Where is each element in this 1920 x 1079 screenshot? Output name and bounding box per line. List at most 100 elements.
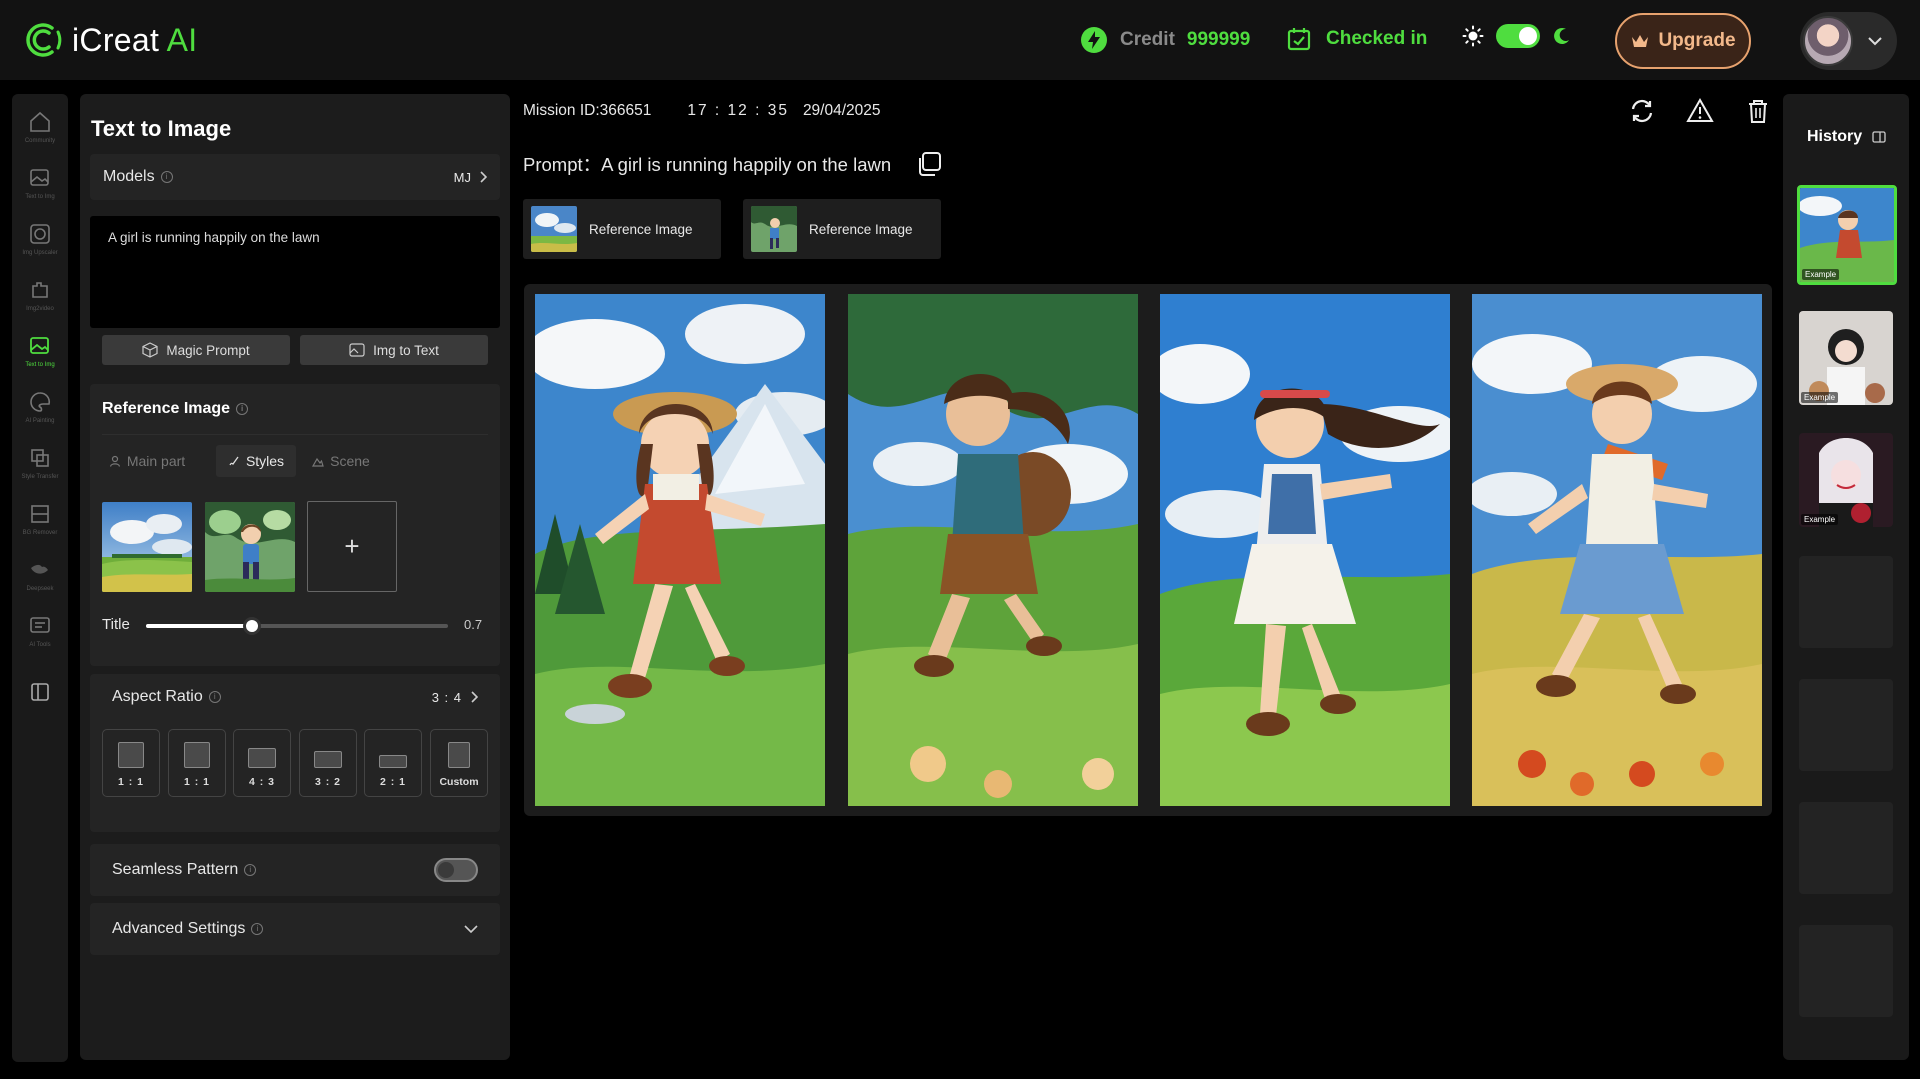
image-edit-icon	[30, 169, 49, 186]
panel-toggle-icon[interactable]	[1872, 130, 1886, 144]
result-image-4[interactable]	[1472, 294, 1762, 806]
advanced-settings-row[interactable]: Advanced Settings i	[90, 903, 500, 955]
ratio-2-1[interactable]: 2 : 1	[364, 729, 422, 797]
rail-item-bg-remover[interactable]: BG Remover	[12, 496, 68, 548]
upgrade-label: Upgrade	[1658, 30, 1736, 51]
example-tag: Example	[1801, 514, 1839, 525]
add-reference-button[interactable]: +	[307, 501, 397, 592]
settings-panel: Text to Image Models i MJ A girl is runni…	[80, 94, 510, 1060]
credit-indicator: Credit 999999	[1080, 26, 1250, 54]
slider-fill	[146, 624, 252, 628]
rail-item-img-upscaler[interactable]: Img Upscaler	[12, 216, 68, 268]
upgrade-button[interactable]: Upgrade	[1615, 13, 1751, 69]
rail-item-style-transfer[interactable]: Style Transfer	[12, 440, 68, 492]
info-icon: i	[236, 402, 249, 415]
rail-item-community[interactable]: Community	[12, 104, 68, 156]
theme-toggle[interactable]	[1496, 24, 1540, 48]
person-icon	[109, 455, 120, 467]
ratio-1-1[interactable]: 1 : 1	[102, 729, 160, 797]
sidebar-collapse-button[interactable]	[12, 674, 68, 726]
ratio-4-3[interactable]: 4 : 3	[233, 729, 291, 797]
top-header: iCreat AI Credit 999999 Checked in Upgra…	[0, 0, 1920, 80]
image-edit-icon	[30, 337, 49, 354]
anime-girl-image	[535, 294, 825, 806]
history-title: History	[1807, 128, 1886, 146]
home-icon	[30, 111, 50, 132]
ratio-3-2[interactable]: 3 : 2	[299, 729, 357, 797]
history-item-2[interactable]: Example	[1799, 311, 1893, 405]
avatar	[1803, 16, 1853, 66]
copy-icon[interactable]	[915, 150, 943, 178]
history-placeholder	[1799, 802, 1893, 894]
refresh-icon[interactable]	[1628, 97, 1656, 125]
rail-item-ai-tools[interactable]: AI Tools	[12, 608, 68, 660]
palette-icon	[30, 392, 51, 412]
ratio-shape	[248, 748, 276, 768]
ratio-custom[interactable]: Custom	[430, 729, 488, 797]
reference-thumb-character[interactable]	[205, 502, 295, 592]
chevron-down-icon	[464, 924, 478, 933]
reference-chip-label: Reference Image	[589, 221, 693, 237]
tab-styles[interactable]: Styles	[216, 445, 296, 477]
slider-handle[interactable]	[242, 617, 261, 635]
theme-switch[interactable]	[1462, 24, 1572, 48]
seamless-toggle[interactable]	[434, 858, 478, 882]
anime-girl-image	[1160, 294, 1450, 806]
sun-icon	[1462, 25, 1484, 47]
tab-main-part[interactable]: Main part	[102, 445, 192, 477]
trash-icon[interactable]	[1744, 97, 1772, 125]
cube-icon	[142, 342, 158, 358]
prompt-input[interactable]: A girl is running happily on the lawn	[90, 216, 500, 328]
advanced-label: Advanced Settings	[112, 920, 246, 937]
logo[interactable]: iCreat AI	[22, 20, 197, 60]
reference-title: Reference Image i	[102, 400, 249, 418]
history-item-1[interactable]: Example	[1797, 185, 1897, 285]
seamless-pattern-row: Seamless Pattern i	[90, 844, 500, 896]
prompt-display: Prompt：A girl is running happily on the …	[523, 150, 943, 178]
prompt-text: A girl is running happily on the lawn	[601, 154, 892, 175]
rail-item-text-to-img-active[interactable]: Text to Img	[12, 328, 68, 380]
rail-item-text-to-img[interactable]: Text to Img	[12, 160, 68, 212]
reference-thumb-landscape[interactable]	[102, 502, 192, 592]
result-actions	[1628, 97, 1772, 125]
crown-icon	[1632, 35, 1649, 47]
brush-icon	[229, 456, 239, 466]
history-thumb-image	[1799, 311, 1893, 405]
history-placeholder	[1799, 556, 1893, 648]
rail-item-deepseek[interactable]: Deepseek	[12, 552, 68, 604]
character-image	[205, 502, 295, 592]
tab-scene[interactable]: Scene	[306, 445, 376, 477]
layers-icon	[31, 449, 49, 467]
magic-prompt-button[interactable]: Magic Prompt	[102, 335, 290, 365]
models-label: Models	[103, 168, 155, 185]
left-rail: Community Text to Img Img Upscaler Img2v…	[12, 94, 68, 1062]
result-image-2[interactable]	[848, 294, 1138, 806]
reference-chip-2[interactable]: Reference Image	[743, 199, 941, 259]
image-upscale-icon	[30, 224, 50, 244]
history-item-3[interactable]: Example	[1799, 433, 1893, 527]
aspect-ratio-select[interactable]: 3 : 4	[432, 690, 478, 705]
result-gallery	[524, 284, 1772, 816]
rail-item-ai-painting[interactable]: AI Painting	[12, 384, 68, 436]
weight-slider[interactable]	[146, 617, 448, 635]
reference-chip-1[interactable]: Reference Image	[523, 199, 721, 259]
reference-chip-label: Reference Image	[809, 221, 913, 237]
slider-label: Title	[102, 616, 130, 633]
ratio-shape	[184, 742, 210, 768]
result-image-1[interactable]	[535, 294, 825, 806]
history-panel: History Example Example Example	[1783, 94, 1909, 1060]
puzzle-icon	[32, 282, 48, 298]
img-to-text-button[interactable]: Img to Text	[300, 335, 488, 365]
result-image-3[interactable]	[1160, 294, 1450, 806]
rail-item-img2video[interactable]: Img2video	[12, 272, 68, 324]
history-thumb-image	[1800, 188, 1894, 282]
reference-chip-thumb	[751, 206, 797, 252]
ratio-1-1-alt[interactable]: 1 : 1	[168, 729, 226, 797]
checkin-button[interactable]: Checked in	[1286, 26, 1427, 52]
warning-icon[interactable]	[1686, 97, 1714, 125]
history-placeholder	[1799, 925, 1893, 1017]
user-menu[interactable]	[1800, 12, 1897, 70]
prompt-prefix: Prompt：	[523, 154, 602, 175]
mountain-icon	[312, 457, 324, 467]
models-selector[interactable]: Models i MJ	[90, 154, 500, 200]
